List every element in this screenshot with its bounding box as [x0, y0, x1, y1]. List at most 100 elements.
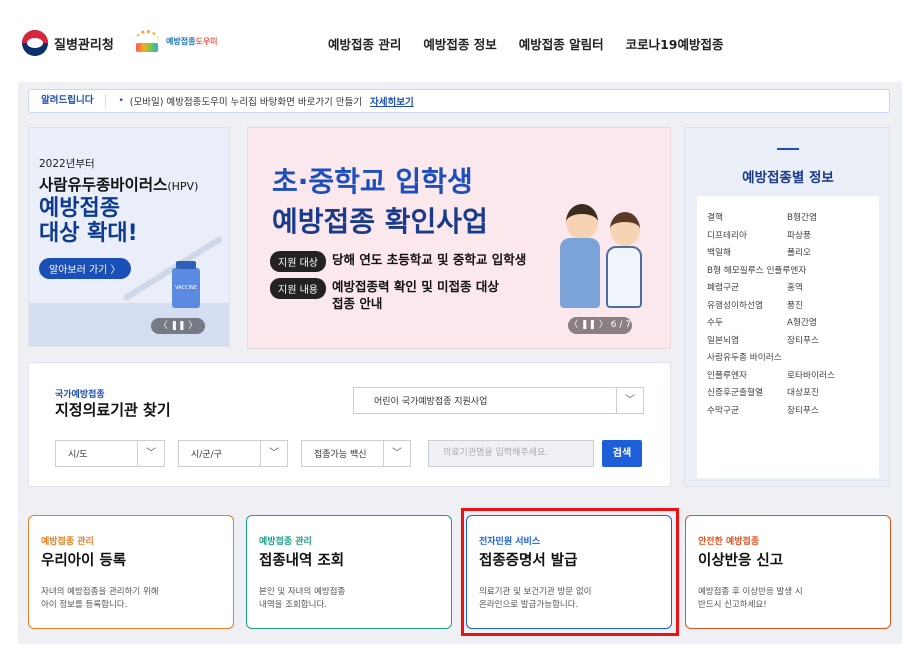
service-description-1: 자녀의 예방접종을 관리하기 위해 — [41, 587, 159, 597]
notice-text[interactable]: (모바일) 예방접종도우미 누리집 바탕화면 바로가기 만들기 — [130, 94, 362, 108]
hpv-title-abbr: (HPV) — [167, 180, 199, 193]
chevron-down-icon: ﹀ — [137, 441, 164, 466]
vaccine-link[interactable]: 홍역 — [787, 280, 867, 293]
vaccine-link — [787, 350, 867, 363]
clinic-finder-title: 지정의료기관 찾기 — [55, 401, 171, 419]
agency-name: 질병관리청 — [54, 37, 114, 53]
hpv-slider-pager[interactable]: 〈 ❚❚ 〉 — [151, 318, 205, 334]
program-select-value: 어린이 국가예방접종 지원사업 — [374, 397, 488, 407]
support-target-value: 당해 연도 초등학교 및 중학교 입학생 — [331, 252, 527, 267]
hpv-headline-1: 예방접종 — [39, 196, 120, 221]
chevron-down-icon: ﹀ — [383, 441, 410, 466]
vaccine-link[interactable]: 수두 — [707, 315, 787, 328]
chevron-down-icon: ﹀ — [260, 441, 287, 466]
clinic-finder: 국가예방접종 지정의료기관 찾기 어린이 국가예방접종 지원사업 ﹀ 시/도 ﹀… — [28, 362, 671, 487]
vaccine-select-value: 접종가능 백신 — [314, 450, 367, 460]
vaccine-link[interactable]: 수막구균 — [707, 403, 787, 416]
school-entry-banner[interactable]: 초·중학교 입학생 예방접종 확인사업 지원 대상 당해 연도 초등학교 및 중… — [247, 127, 671, 349]
vaccine-link[interactable]: 풍진 — [787, 298, 867, 311]
vaccine-link[interactable]: 일본뇌염 — [707, 333, 787, 346]
highlight-box — [461, 508, 679, 636]
school-banner-title-2: 예방접종 확인사업 — [272, 205, 488, 238]
service-title: 접종내역 조회 — [259, 553, 345, 569]
vaccine-info-title: 예방접종별 정보 — [742, 170, 834, 186]
search-button[interactable]: 검색 — [602, 440, 642, 467]
vaccine-list: 결핵 B형간염 디프테리아 파상풍 백일해 폴리오 B형 헤모필루스 인플루엔자폐렴구균 홍역… — [697, 196, 879, 478]
girl-body-illustration — [606, 246, 642, 308]
service-description-2: 내역을 조회합니다. — [259, 600, 327, 610]
vaccine-link[interactable]: 유행성이하선염 — [707, 298, 787, 311]
program-select[interactable]: 어린이 국가예방접종 지원사업 ﹀ — [353, 387, 644, 414]
service-category: 안전한 예방접종 — [698, 537, 760, 547]
province-select-value: 시/도 — [68, 450, 88, 460]
notice-bar: 알려드립니다 • (모바일) 예방접종도우미 누리집 바탕화면 바로가기 만들기… — [28, 89, 890, 113]
service-description-2: 아이 정보를 등록합니다. — [41, 600, 128, 610]
vaccination-helper-logo[interactable]: 예방접종도우미 — [132, 30, 218, 52]
support-content-value-1: 예방접종력 확인 및 미접종 대상 — [331, 279, 499, 294]
title-accent-line — [777, 148, 799, 150]
vaccine-link — [787, 263, 867, 276]
service-title: 이상반응 신고 — [698, 553, 784, 569]
service-description-1: 본인 및 자녀의 예방접종 — [259, 587, 346, 597]
vaccine-link[interactable]: 폐렴구균 — [707, 280, 787, 293]
service-card-register-child[interactable]: 예방접종 관리 우리아이 등록 자녀의 예방접종을 관리하기 위해아이 정보를 … — [28, 515, 234, 629]
vaccine-link[interactable]: 로타바이러스 — [787, 368, 867, 381]
province-select[interactable]: 시/도 ﹀ — [55, 440, 165, 467]
vaccine-select[interactable]: 접종가능 백신 ﹀ — [301, 440, 411, 467]
boy-body-illustration — [560, 238, 600, 308]
vaccine-link[interactable]: 사람유두종 바이러스 — [707, 350, 787, 363]
vaccine-link[interactable]: 장티푸스 — [787, 403, 867, 416]
vaccine-link[interactable]: 파상풍 — [787, 228, 867, 241]
vaccine-link[interactable]: 백일해 — [707, 245, 787, 258]
nav-covid19-vaccination[interactable]: 코로나19예방접종 — [626, 34, 724, 53]
chevron-down-icon: ﹀ — [616, 388, 643, 413]
hpv-headline-2: 대상 확대! — [39, 221, 138, 246]
support-content-value-2: 접종 안내 — [331, 296, 383, 311]
nav-vaccination-notices[interactable]: 예방접종 알림터 — [519, 34, 604, 53]
vaccine-link[interactable]: 디프테리아 — [707, 228, 787, 241]
city-select-value: 시/군/구 — [191, 450, 222, 460]
kdca-logo[interactable]: 질병관리청 — [22, 30, 114, 56]
helper-logo-text-accent: 도우미 — [195, 36, 218, 46]
school-banner-title-1: 초·중학교 입학생 — [272, 165, 473, 198]
vaccine-link[interactable]: 인플루엔자 — [707, 368, 787, 381]
service-category: 예방접종 관리 — [41, 537, 94, 547]
vaccine-link[interactable]: 장티푸스 — [787, 333, 867, 346]
vaccine-link[interactable]: 결핵 — [707, 210, 787, 223]
notice-more-link[interactable]: 자세히보기 — [370, 94, 414, 108]
government-emblem-icon — [22, 30, 48, 56]
support-content-tag: 지원 내용 — [270, 278, 326, 299]
boy-illustration — [566, 204, 598, 240]
support-target-tag: 지원 대상 — [270, 251, 326, 272]
helper-logo-text: 예방접종 — [166, 36, 196, 46]
notice-label: 알려드립니다 — [29, 94, 107, 108]
notice-bullet: • — [118, 96, 124, 106]
hpv-title: 사람유두종바이러스 — [39, 176, 168, 194]
vaccine-link[interactable]: A형간염 — [787, 315, 867, 328]
clinic-search-input[interactable]: 의료기관명을 입력해주세요. — [428, 440, 594, 467]
vaccine-info-panel: 예방접종별 정보 결핵 B형간염 디프테리아 파상풍 백일해 폴리오 B형 헤모필루스 인플… — [684, 127, 890, 487]
girl-illustration — [610, 212, 640, 246]
vaccine-link[interactable]: 폴리오 — [787, 245, 867, 258]
service-title: 우리아이 등록 — [41, 553, 127, 569]
vaccine-link[interactable]: B형간염 — [787, 210, 867, 223]
hpv-banner[interactable]: VACCINE 2022년부터 사람유두종바이러스(HPV) 예방접종 대상 확… — [28, 127, 230, 347]
nav-vaccination-management[interactable]: 예방접종 관리 — [328, 34, 401, 53]
service-card-adverse-reaction-report[interactable]: 안전한 예방접종 이상반응 신고 예방접종 후 이상반응 발생 시반드시 신고하… — [685, 515, 891, 629]
learn-more-button[interactable]: 알아보러 가기 〉 — [39, 258, 131, 279]
service-description-1: 예방접종 후 이상반응 발생 시 — [698, 587, 803, 597]
service-card-history-lookup[interactable]: 예방접종 관리 접종내역 조회 본인 및 자녀의 예방접종내역을 조회합니다. — [246, 515, 452, 629]
city-select[interactable]: 시/군/구 ﹀ — [178, 440, 288, 467]
hpv-since: 2022년부터 — [39, 158, 95, 170]
service-description-2: 반드시 신고하세요! — [698, 600, 767, 610]
nav-vaccination-info[interactable]: 예방접종 정보 — [423, 34, 496, 53]
vaccine-link[interactable]: 대상포진 — [787, 385, 867, 398]
service-category: 예방접종 관리 — [259, 537, 312, 547]
sun-logo-icon — [132, 30, 162, 52]
vaccine-link[interactable]: B형 헤모필루스 인플루엔자 — [707, 263, 806, 276]
main-navigation: 예방접종 관리 예방접종 정보 예방접종 알림터 코로나19예방접종 — [328, 34, 723, 53]
site-header: 질병관리청 예방접종도우미 예방접종 관리 예방접종 정보 예방접종 알림터 코… — [0, 0, 920, 82]
vaccine-link[interactable]: 신증후군출혈열 — [707, 385, 787, 398]
vaccine-vial-icon: VACCINE — [172, 261, 200, 308]
school-slider-pager[interactable]: 〈 ❚❚ 〉 6 / 7 — [568, 317, 632, 334]
